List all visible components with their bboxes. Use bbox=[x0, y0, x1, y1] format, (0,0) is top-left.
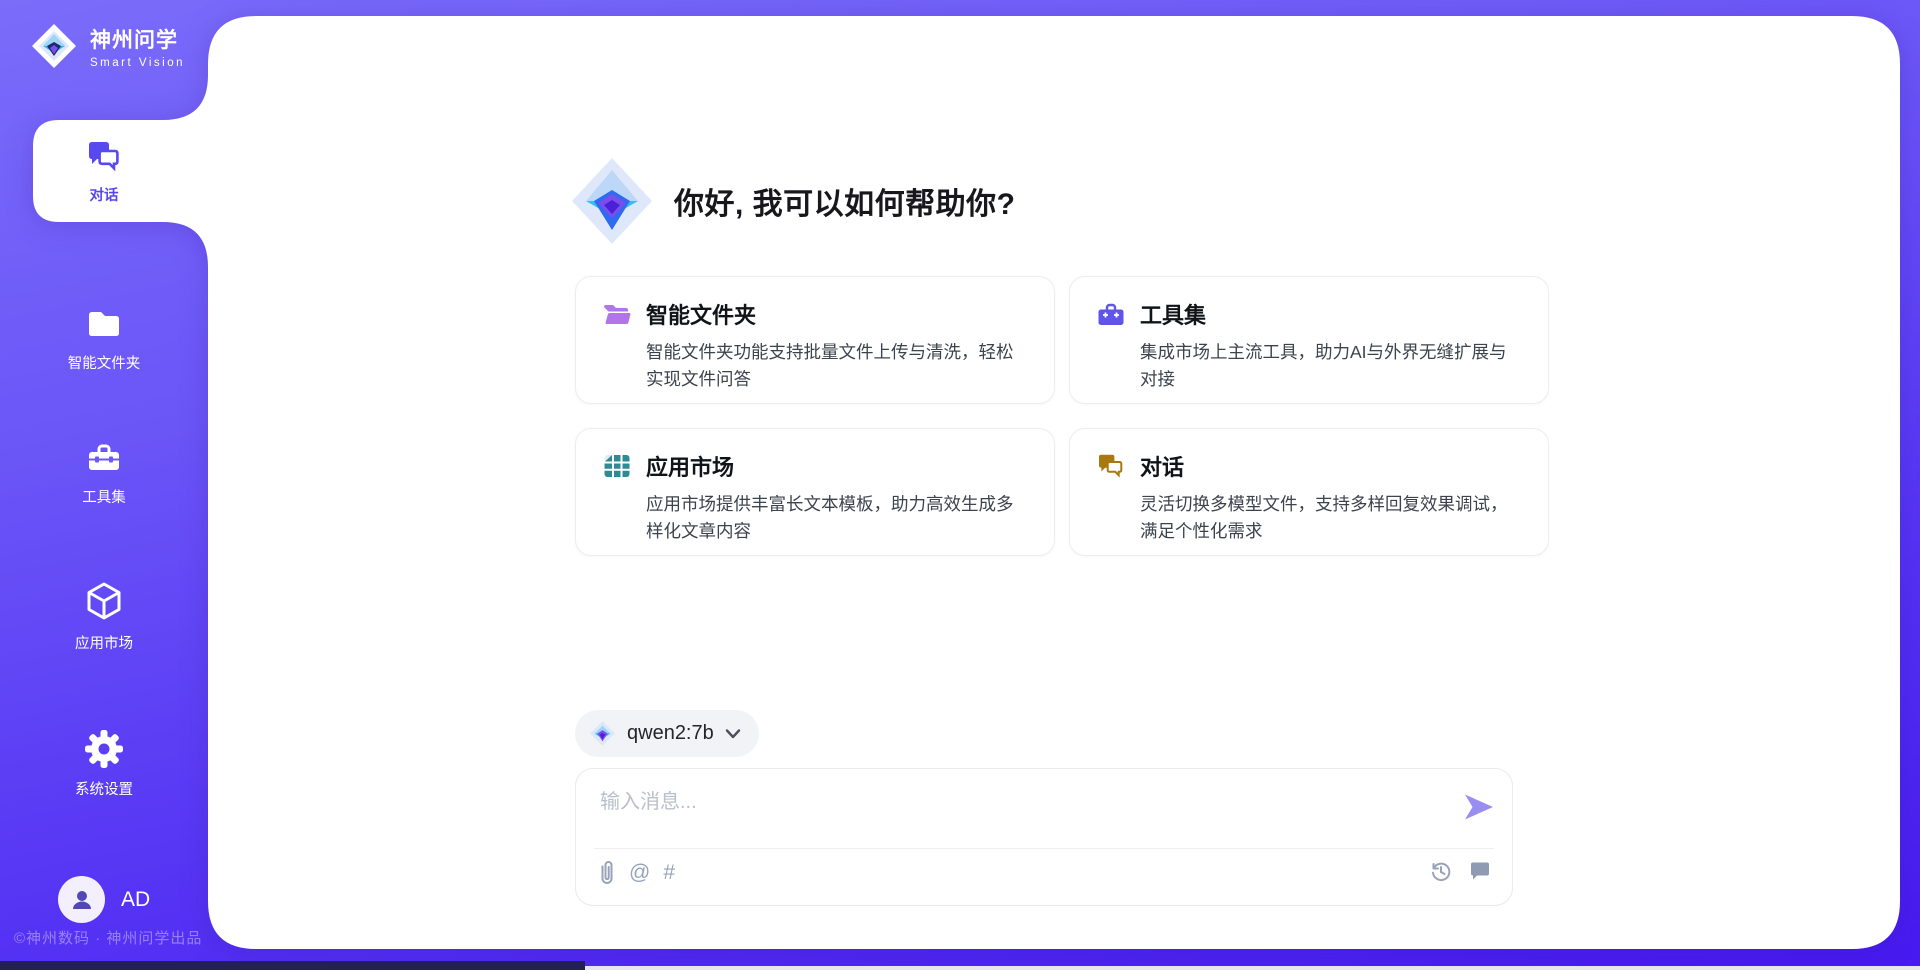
card-chat[interactable]: 对话 灵活切换多模型文件，支持多样回复效果调试，满足个性化需求 bbox=[1069, 428, 1549, 556]
message-composer: @ # bbox=[575, 768, 1513, 906]
card-description: 集成市场上主流工具，助力AI与外界无缝扩展与对接 bbox=[1140, 339, 1522, 393]
sidebar-item-label: 系统设置 bbox=[75, 778, 133, 799]
comment-icon[interactable] bbox=[1468, 859, 1492, 883]
cube-icon bbox=[83, 580, 125, 624]
gear-icon bbox=[83, 728, 125, 770]
card-app-market[interactable]: 应用市场 应用市场提供丰富长文本模板，助力高效生成多样化文章内容 bbox=[575, 428, 1055, 556]
app-logo-icon bbox=[570, 156, 654, 246]
feature-cards: 智能文件夹 智能文件夹功能支持批量文件上传与清洗，轻松实现文件问答 工具集 集成… bbox=[575, 276, 1515, 556]
send-icon bbox=[1463, 792, 1495, 822]
user-icon bbox=[68, 886, 96, 914]
history-icon[interactable] bbox=[1429, 859, 1453, 883]
composer-tools-right bbox=[1429, 859, 1492, 883]
greeting-text: 你好, 我可以如何帮助你? bbox=[674, 179, 1016, 223]
avatar bbox=[58, 876, 105, 923]
toolbox-plus-icon bbox=[1096, 299, 1126, 329]
paperclip-icon[interactable] bbox=[598, 859, 616, 887]
chat-bubbles-icon bbox=[1096, 451, 1126, 481]
card-description: 智能文件夹功能支持批量文件上传与清洗，轻松实现文件问答 bbox=[646, 339, 1028, 393]
greeting-header: 你好, 我可以如何帮助你? bbox=[570, 156, 1016, 246]
sidebar-footer: ©神州数码 · 神州问学出品 bbox=[14, 927, 202, 948]
sidebar-item-folders[interactable]: 智能文件夹 bbox=[0, 304, 208, 373]
sidebar-item-marketplace[interactable]: 应用市场 bbox=[0, 580, 208, 653]
sidebar-item-settings[interactable]: 系统设置 bbox=[0, 728, 208, 799]
hash-icon[interactable]: # bbox=[663, 860, 675, 886]
card-title: 对话 bbox=[1140, 450, 1184, 482]
grid-icon bbox=[602, 451, 632, 481]
brand-diamond-icon bbox=[30, 22, 78, 70]
at-icon[interactable]: @ bbox=[629, 860, 650, 886]
send-button[interactable] bbox=[1462, 791, 1496, 825]
card-smart-folders[interactable]: 智能文件夹 智能文件夹功能支持批量文件上传与清洗，轻松实现文件问答 bbox=[575, 276, 1055, 404]
folder-open-icon bbox=[602, 299, 632, 329]
composer-tools-left: @ # bbox=[598, 859, 675, 887]
user-name: AD bbox=[121, 888, 150, 912]
taskbar-edge bbox=[0, 961, 585, 970]
user-account[interactable]: AD bbox=[58, 876, 150, 923]
chat-icon bbox=[84, 136, 124, 176]
brand-name: 神州问学 bbox=[90, 24, 185, 54]
sidebar-item-label: 应用市场 bbox=[75, 632, 133, 653]
model-name: qwen2:7b bbox=[627, 722, 714, 745]
toolbox-icon bbox=[84, 438, 124, 478]
card-description: 灵活切换多模型文件，支持多样回复效果调试，满足个性化需求 bbox=[1140, 491, 1522, 545]
chevron-down-icon bbox=[725, 728, 741, 740]
app-window: 神州问学 Smart Vision 对话 智能文件夹 工具集 bbox=[0, 0, 1920, 970]
sidebar-item-label: 智能文件夹 bbox=[68, 352, 141, 373]
card-description: 应用市场提供丰富长文本模板，助力高效生成多样化文章内容 bbox=[646, 491, 1028, 545]
card-title: 智能文件夹 bbox=[646, 298, 756, 330]
card-title: 应用市场 bbox=[646, 450, 734, 482]
card-toolset[interactable]: 工具集 集成市场上主流工具，助力AI与外界无缝扩展与对接 bbox=[1069, 276, 1549, 404]
sidebar-item-chat[interactable]: 对话 bbox=[0, 136, 208, 205]
sidebar-item-tools[interactable]: 工具集 bbox=[0, 438, 208, 507]
message-input[interactable] bbox=[600, 782, 1440, 822]
sidebar-item-label: 对话 bbox=[90, 184, 119, 205]
brand-logo: 神州问学 Smart Vision bbox=[30, 22, 185, 70]
sidebar-item-label: 工具集 bbox=[82, 486, 126, 507]
card-title: 工具集 bbox=[1140, 298, 1206, 330]
model-logo-icon bbox=[589, 720, 616, 747]
brand-subtitle: Smart Vision bbox=[90, 57, 185, 69]
folder-icon bbox=[84, 304, 124, 344]
model-selector[interactable]: qwen2:7b bbox=[575, 710, 759, 757]
composer-divider bbox=[594, 848, 1494, 849]
